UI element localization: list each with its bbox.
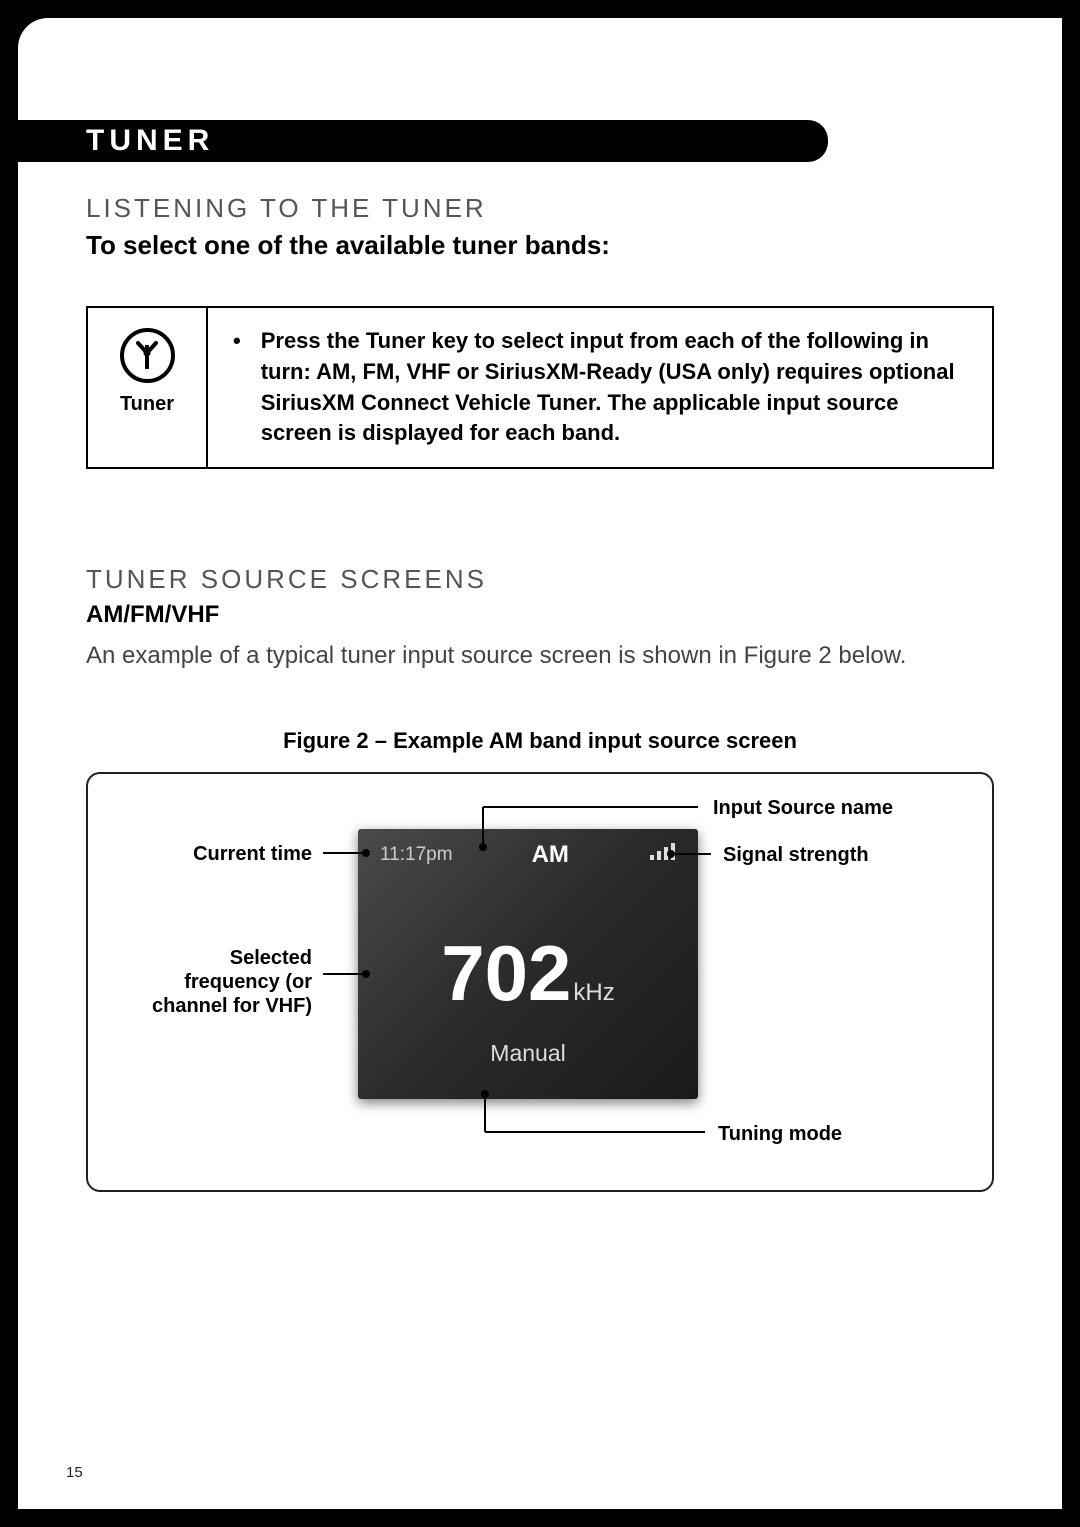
instruction-table: Tuner • Press the Tuner key to select in… (86, 306, 994, 469)
screen-tuning-mode: Manual (358, 1040, 698, 1067)
callout-selected-frequency: Selected frequency (or channel for VHF) (152, 946, 312, 1018)
callout-tuning-mode: Tuning mode (718, 1122, 842, 1146)
callout-freq-line3: channel for VHF) (152, 995, 312, 1017)
section-subtitle-source-screens: TUNER SOURCE SCREENS (86, 564, 994, 595)
screen-frequency-unit: kHz (573, 979, 614, 1007)
page-number: 15 (66, 1464, 83, 1481)
bullet-marker: • (233, 326, 241, 357)
section-heading-select-bands: To select one of the available tuner ban… (86, 230, 994, 261)
screen-frequency: 702 (441, 934, 571, 1012)
tuner-screen-image: 11:17pm AM 702kHz (358, 829, 698, 1099)
page-inner: TUNER LISTENING TO THE TUNER To select o… (18, 18, 1062, 1509)
tuner-icon (120, 328, 175, 383)
content-area: LISTENING TO THE TUNER To select one of … (18, 18, 1062, 1252)
callout-line-mode (485, 1089, 720, 1149)
callout-line-signal (671, 849, 721, 859)
tuner-icon-label: Tuner (98, 393, 196, 416)
instruction-bullet-row: • Press the Tuner key to select input fr… (233, 326, 967, 449)
instruction-text-cell: • Press the Tuner key to select input fr… (208, 308, 992, 467)
figure-caption: Figure 2 – Example AM band input source … (86, 728, 994, 754)
callout-input-source: Input Source name (713, 796, 893, 820)
callout-freq-line2: frequency (or (184, 971, 312, 993)
callout-line-frequency (323, 969, 373, 979)
screen-frequency-row: 702kHz (358, 934, 698, 1012)
antenna-icon (130, 339, 164, 373)
body-text-example: An example of a typical tuner input sour… (86, 639, 994, 673)
instruction-icon-cell: Tuner (88, 308, 208, 467)
section-heading-amfmvhf: AM/FM/VHF (86, 601, 994, 629)
header-band: TUNER (18, 120, 828, 162)
figure-box: 11:17pm AM 702kHz (86, 772, 994, 1192)
callout-current-time: Current time (193, 842, 312, 866)
callout-signal-strength: Signal strength (723, 843, 869, 867)
callout-line-time (323, 848, 373, 858)
page-title: TUNER (86, 124, 214, 158)
callout-freq-line1: Selected (230, 947, 312, 969)
page-container: TUNER LISTENING TO THE TUNER To select o… (0, 0, 1080, 1527)
instruction-text: Press the Tuner key to select input from… (261, 326, 967, 449)
screen-time: 11:17pm (380, 844, 453, 866)
section-subtitle-listening: LISTENING TO THE TUNER (86, 193, 994, 224)
callout-line-input-source (483, 797, 713, 857)
